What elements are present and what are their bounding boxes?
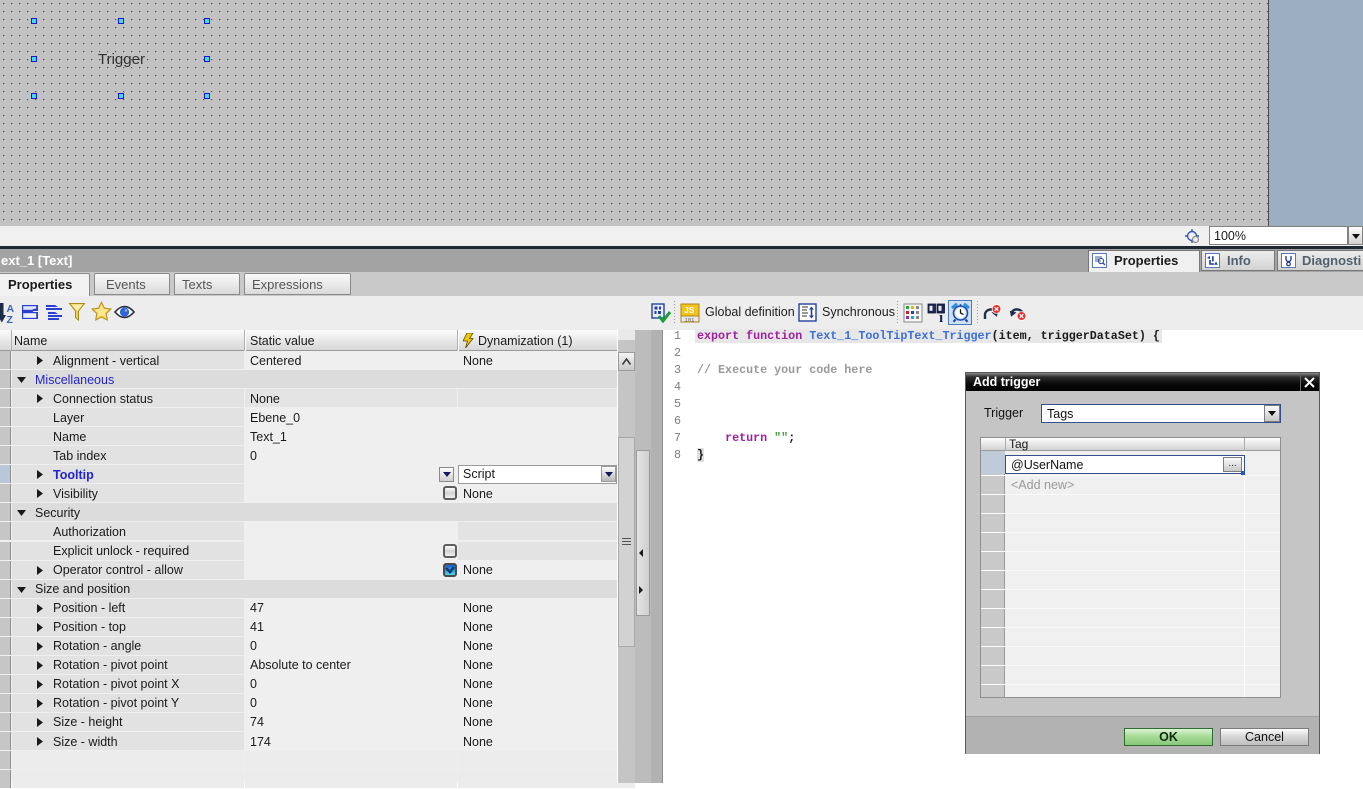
svg-text:JS: JS xyxy=(684,305,695,315)
svg-text:Z: Z xyxy=(7,314,14,324)
svg-text:101: 101 xyxy=(685,317,696,324)
svg-text:i: i xyxy=(939,310,943,323)
